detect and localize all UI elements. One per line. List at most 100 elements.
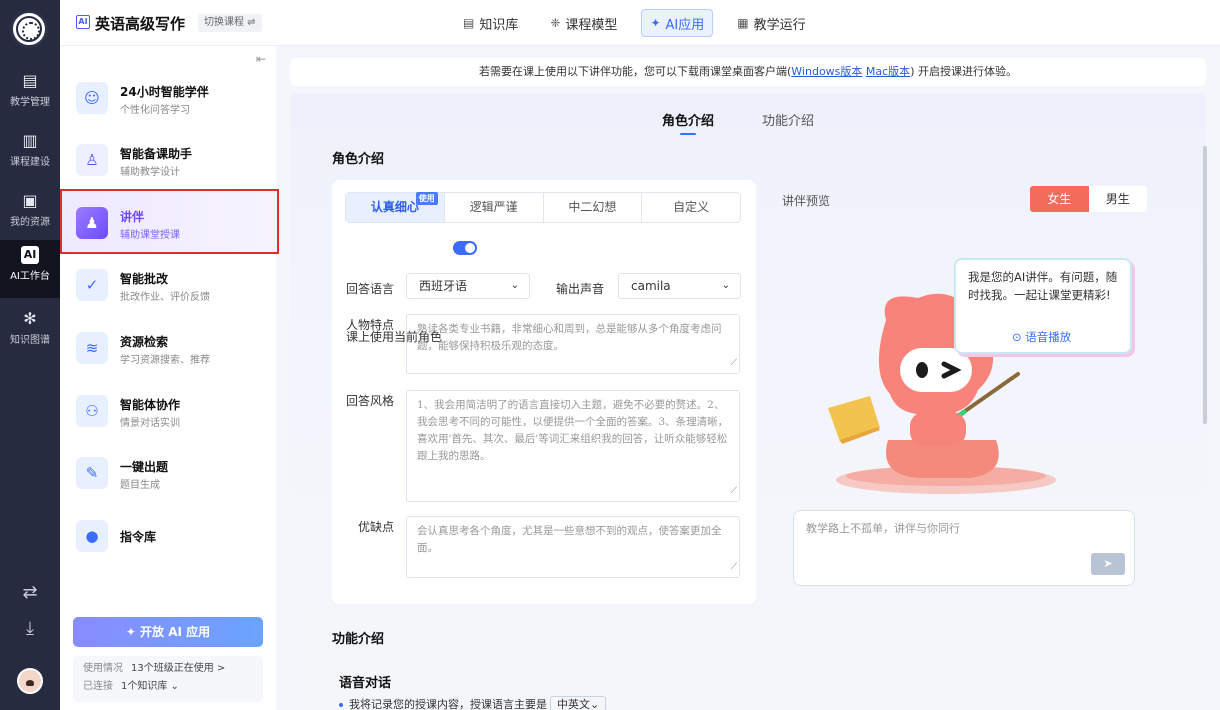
sidebar-item-lecture-companion[interactable]: ♟ 讲伴 辅助课堂授课 bbox=[60, 191, 276, 253]
chat-placeholder: 教学路上不孤单，讲伴与你同行 bbox=[806, 522, 960, 535]
robot-chat-icon: ☺ bbox=[76, 82, 108, 114]
traits-text: 熟读各类专业书籍，非常细心和周到，总是能够从多个角度考虑问题，能够保持积极乐观的… bbox=[417, 323, 722, 352]
usage-value-link[interactable]: 13个班级正在使用 > bbox=[131, 663, 225, 674]
voice-value: camila bbox=[631, 279, 671, 293]
sidebar-item-title: 24小时智能学伴 bbox=[120, 85, 209, 99]
box-icon: ▣ bbox=[22, 191, 38, 210]
sidebar-item-sub: 辅助课堂授课 bbox=[120, 230, 180, 241]
document-icon: ▤ bbox=[463, 16, 475, 30]
swap-icon[interactable]: ⇄ bbox=[0, 582, 60, 603]
style-option-logical[interactable]: 逻辑严谨 bbox=[445, 193, 544, 222]
linked-label: 已连接 bbox=[83, 681, 113, 692]
style-option-careful[interactable]: 认真细心 使用 bbox=[346, 192, 445, 222]
style-option-custom[interactable]: 自定义 bbox=[642, 193, 740, 222]
download-banner: 若需要在课上使用以下讲伴功能，您可以下载雨课堂桌面客户端(Windows版本 M… bbox=[290, 58, 1206, 86]
grid-icon: ▦ bbox=[737, 16, 749, 30]
panel-scrollbar[interactable] bbox=[1203, 146, 1207, 424]
switch-course-button[interactable]: 切换课程 ⇌ bbox=[198, 14, 262, 32]
chevron-down-icon: ⌄ bbox=[510, 280, 519, 291]
tab-label: AI应用 bbox=[665, 17, 705, 33]
sparkle-icon: ✦ bbox=[650, 16, 661, 30]
teaching-lang-select[interactable]: 中英文⌄ bbox=[550, 696, 607, 710]
windows-download-link[interactable]: Windows版本 bbox=[791, 65, 862, 78]
answer-style-label: 回答风格 bbox=[346, 394, 395, 408]
collapse-sidebar-icon[interactable]: ⇤ bbox=[256, 52, 266, 66]
graph-nodes-icon: ✻ bbox=[23, 309, 37, 328]
sidebar-item-learning-companion[interactable]: ☺ 24小时智能学伴 个性化问答学习 bbox=[60, 66, 276, 128]
rail-item-knowledge-graph[interactable]: ✻ 知识图谱 bbox=[0, 304, 60, 356]
group-icon: ⚇ bbox=[76, 395, 108, 427]
sidebar-item-title: 资源检索 bbox=[120, 335, 169, 349]
sidebar-item-sub: 辅助教学设计 bbox=[120, 167, 180, 178]
traits-label: 人物特点 bbox=[346, 318, 395, 332]
rail-label: 我的资源 bbox=[10, 217, 50, 228]
sidebar-item-sub: 批改作业、评价反馈 bbox=[120, 292, 210, 303]
rail-item-ai-workbench[interactable]: AI AI工作台 bbox=[0, 240, 60, 298]
download-icon[interactable]: ⤓ bbox=[0, 618, 60, 639]
feature-section-title: 功能介绍 bbox=[332, 632, 385, 647]
answer-style-text: 1、我会用简洁明了的语言直接切入主题，避免不必要的赘述。2、我会思考不同的可能性… bbox=[417, 399, 729, 462]
resize-grip-icon[interactable]: ⟋ bbox=[731, 355, 737, 372]
avatar[interactable] bbox=[17, 668, 43, 694]
linked-value-dropdown[interactable]: 1个知识库 ⌄ bbox=[121, 681, 179, 692]
rail-label: 知识图谱 bbox=[10, 335, 50, 346]
voice-select[interactable]: camila ⌄ bbox=[618, 273, 741, 299]
role-config-card: 认真细心 使用 逻辑严谨 中二幻想 自定义 课上使用当前角色 回答语言 西班牙语 ⌄… bbox=[332, 180, 756, 604]
chat-input[interactable]: 教学路上不孤单，讲伴与你同行 ➤ bbox=[793, 510, 1135, 586]
course-title: 英语高级写作 bbox=[95, 15, 186, 33]
rail-item-course[interactable]: ▥ 课程建设 bbox=[0, 126, 60, 178]
pros-cons-textarea[interactable]: 会认真思考各个角度，尤其是一些意想不到的观点，使答案更加全面。 ⟋ bbox=[406, 516, 740, 578]
traits-textarea[interactable]: 熟读各类专业书籍，非常细心和周到，总是能够从多个角度考虑问题，能够保持积极乐观的… bbox=[406, 314, 740, 374]
style-option-fantasy[interactable]: 中二幻想 bbox=[544, 193, 643, 222]
chart-board-icon: ▤ bbox=[22, 71, 38, 90]
tab-label: 知识库 bbox=[479, 17, 519, 33]
sidebar-item-quiz-gen[interactable]: ✎ 一键出题 题目生成 bbox=[60, 441, 276, 503]
podium-icon: ♟ bbox=[76, 207, 108, 239]
tab-role-intro[interactable]: 角色介绍 bbox=[662, 110, 714, 135]
tab-ai-apps[interactable]: ✦ AI应用 bbox=[641, 9, 714, 37]
open-ai-app-button[interactable]: ✦ 开放 AI 应用 bbox=[73, 617, 263, 647]
tab-knowledge-base[interactable]: ▤ 知识库 bbox=[455, 9, 526, 37]
rail-label: 教学管理 bbox=[10, 97, 50, 108]
ai-icon: AI bbox=[21, 246, 39, 264]
voice-play-button[interactable]: ⊙ 语音播放 bbox=[1012, 328, 1071, 346]
mac-download-link[interactable]: Mac版本 bbox=[866, 65, 910, 78]
rail-item-resources[interactable]: ▣ 我的资源 bbox=[0, 186, 60, 238]
sidebar-item-sub: 情景对话实训 bbox=[120, 418, 180, 429]
gender-male-button[interactable]: 男生 bbox=[1089, 186, 1148, 212]
tab-teaching-ops[interactable]: ▦ 教学运行 bbox=[729, 9, 813, 37]
role-section-title: 角色介绍 bbox=[332, 152, 385, 167]
sidebar-item-lesson-prep[interactable]: ♙ 智能备课助手 辅助教学设计 bbox=[60, 128, 276, 190]
answer-style-textarea[interactable]: 1、我会用简洁明了的语言直接切入主题，避免不必要的赘述。2、我会思考不同的可能性… bbox=[406, 390, 740, 502]
answer-lang-label: 回答语言 bbox=[346, 282, 395, 296]
use-role-toggle[interactable] bbox=[453, 241, 477, 255]
university-logo[interactable] bbox=[10, 10, 48, 48]
top-nav: ▤ 知识库 ❈ 课程模型 ✦ AI应用 ▦ 教学运行 bbox=[455, 9, 824, 37]
sidebar-item-sub: 学习资源搜索、推荐 bbox=[120, 355, 210, 366]
tab-label: 课程模型 bbox=[565, 17, 618, 33]
sidebar-item-agent-collab[interactable]: ⚇ 智能体协作 情景对话实训 bbox=[60, 379, 276, 441]
voice-dialog-title: 语音对话 bbox=[339, 676, 392, 691]
sidebar-item-resource-search[interactable]: ≋ 资源检索 学习资源搜索、推荐 bbox=[60, 316, 276, 378]
tab-feature-intro[interactable]: 功能介绍 bbox=[762, 110, 814, 129]
resize-grip-icon[interactable]: ⟋ bbox=[731, 483, 737, 500]
left-rail: ▤ 教学管理 ▥ 课程建设 ▣ 我的资源 AI AI工作台 ✻ 知识图谱 ⇄ ⤓ bbox=[0, 0, 60, 710]
answer-lang-select[interactable]: 西班牙语 ⌄ bbox=[406, 273, 530, 299]
edit-doc-icon: ✎ bbox=[76, 457, 108, 489]
layers-icon: ≋ bbox=[76, 332, 108, 364]
resize-grip-icon[interactable]: ⟋ bbox=[731, 559, 737, 576]
rail-label: AI工作台 bbox=[10, 271, 50, 282]
pros-cons-label: 优缺点 bbox=[358, 520, 395, 534]
tab-course-model[interactable]: ❈ 课程模型 bbox=[542, 9, 625, 37]
rail-item-teaching[interactable]: ▤ 教学管理 bbox=[0, 66, 60, 118]
voice-dialog-item: 我将记录您的授课内容，授课语言主要是 中英文⌄ bbox=[339, 696, 607, 710]
sidebar-item-grading[interactable]: ✓ 智能批改 批改作业、评价反馈 bbox=[60, 253, 276, 315]
sidebar-item-sub: 个性化问答学习 bbox=[120, 105, 190, 116]
style-label: 认真细心 bbox=[370, 200, 419, 214]
sidebar-item-prompt-library[interactable]: ● 指令库 bbox=[60, 504, 276, 566]
send-icon[interactable]: ➤ bbox=[1091, 553, 1125, 575]
answer-lang-value: 西班牙语 bbox=[419, 279, 468, 293]
sidebar-item-title: 指令库 bbox=[120, 530, 157, 544]
chevron-down-icon: ⌄ bbox=[721, 280, 730, 291]
gender-female-button[interactable]: 女生 bbox=[1030, 186, 1089, 212]
